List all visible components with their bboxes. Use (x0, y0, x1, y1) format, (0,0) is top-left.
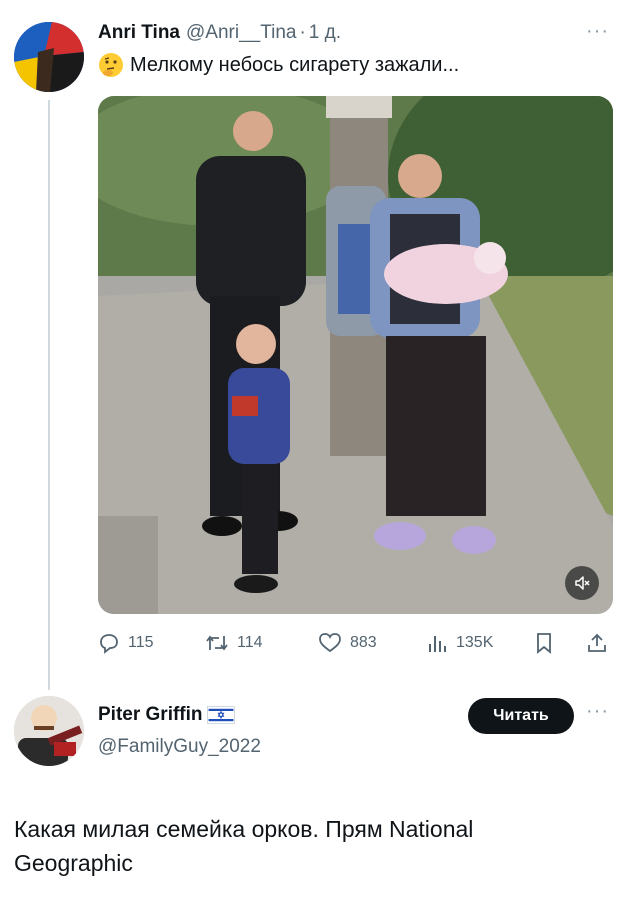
views-icon (429, 636, 446, 652)
avatar[interactable] (14, 22, 84, 92)
reply-icon (100, 634, 118, 654)
bookmark-icon (537, 633, 551, 654)
views-button[interactable]: 135K (426, 632, 493, 654)
reply-count: 115 (128, 634, 154, 651)
mute-icon (575, 576, 590, 590)
tweet-actions-bar: 115 114 883 135K (98, 632, 613, 658)
mute-button[interactable] (565, 566, 599, 600)
like-button[interactable]: 883 (318, 632, 377, 654)
thinking-face-icon (99, 53, 123, 77)
retweet-icon (206, 635, 228, 651)
avatar[interactable] (14, 696, 84, 766)
author-name[interactable]: Anri Tina (98, 22, 180, 44)
separator-dot: · (299, 22, 306, 43)
tweet-text: Мелкому небось сигарету зажали... (130, 53, 460, 76)
tweet-media-photo[interactable] (98, 96, 613, 614)
follow-button[interactable]: Читать (468, 698, 574, 734)
more-options-icon[interactable]: ··· (586, 700, 609, 723)
share-icon (588, 633, 606, 652)
reply-button[interactable]: 115 (98, 632, 154, 654)
share-button[interactable] (586, 632, 616, 654)
author-handle[interactable]: @Anri__Tina (186, 22, 296, 44)
views-count: 135K (456, 634, 494, 651)
author-name[interactable]: Piter Griffin (98, 704, 203, 726)
bookmark-button[interactable] (534, 632, 562, 654)
israel-flag-icon (206, 706, 235, 724)
more-options-icon[interactable]: ··· (586, 20, 609, 43)
tweet-text: Какая милая семейка орков. Прям National… (14, 816, 474, 876)
timestamp[interactable]: 1 д. (309, 22, 341, 44)
retweet-count: 114 (237, 634, 263, 651)
retweet-button[interactable]: 114 (205, 632, 263, 654)
like-count: 883 (350, 634, 377, 651)
heart-icon (319, 633, 341, 653)
author-handle[interactable]: @FamilyGuy_2022 (98, 736, 261, 758)
thread-connector-line (48, 100, 50, 690)
